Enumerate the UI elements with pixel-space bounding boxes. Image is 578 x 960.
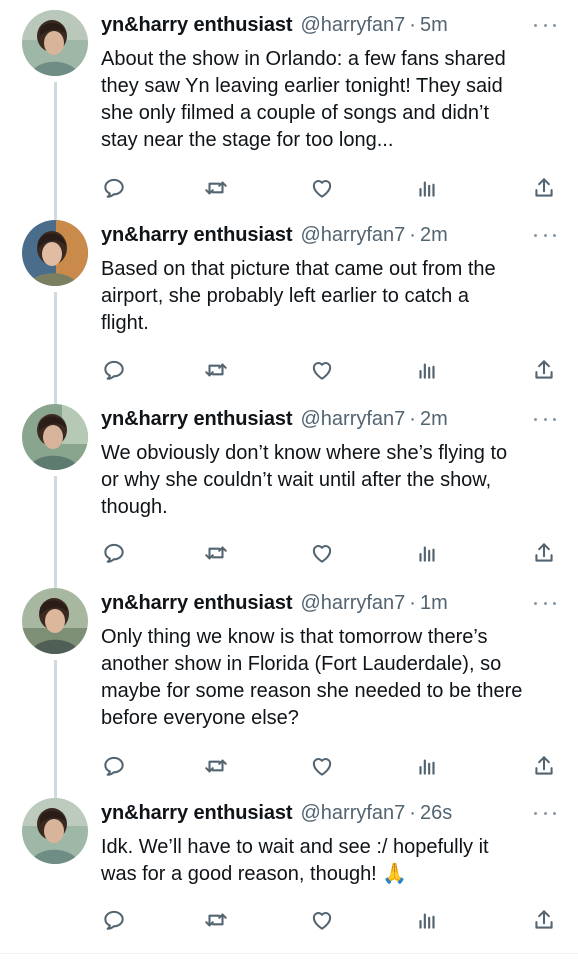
tweet-text: Idk. We’ll have to wait and see :/ hopef…	[101, 836, 489, 885]
bottom-divider	[0, 953, 578, 954]
analytics-icon[interactable]	[414, 907, 440, 933]
tweet-time[interactable]: 5m	[420, 14, 448, 37]
share-icon[interactable]	[531, 357, 557, 383]
tweet[interactable]: yn&harry enthusiast @harryfan7 · 26s Idk…	[0, 788, 578, 950]
author-name[interactable]: yn&harry enthusiast	[101, 14, 293, 37]
tweet-text: Based on that picture that came out from…	[101, 258, 496, 334]
retweet-icon[interactable]	[203, 357, 229, 383]
author-name[interactable]: yn&harry enthusiast	[101, 592, 293, 615]
separator-dot: ·	[409, 802, 416, 824]
like-icon[interactable]	[309, 357, 335, 383]
author-name[interactable]: yn&harry enthusiast	[101, 408, 293, 431]
retweet-icon[interactable]	[203, 907, 229, 933]
tweet[interactable]: yn&harry enthusiast @harryfan7 · 1m Only…	[0, 578, 578, 788]
separator-dot: ·	[409, 408, 416, 430]
tweet-thread: yn&harry enthusiast @harryfan7 · 5m Abou…	[0, 0, 578, 960]
avatar[interactable]	[22, 220, 88, 286]
tweet[interactable]: yn&harry enthusiast @harryfan7 · 5m Abou…	[0, 0, 578, 214]
more-icon[interactable]	[534, 230, 556, 240]
avatar[interactable]	[22, 404, 88, 470]
author-handle[interactable]: @harryfan7	[301, 224, 406, 247]
avatar[interactable]	[22, 588, 88, 654]
like-icon[interactable]	[309, 753, 335, 779]
tweet-actions	[101, 175, 561, 201]
author-handle[interactable]: @harryfan7	[301, 802, 406, 825]
retweet-icon[interactable]	[203, 753, 229, 779]
tweet-actions	[101, 753, 561, 779]
retweet-icon[interactable]	[203, 175, 229, 201]
analytics-icon[interactable]	[414, 753, 440, 779]
avatar[interactable]	[22, 10, 88, 76]
author-name[interactable]: yn&harry enthusiast	[101, 224, 293, 247]
author-name[interactable]: yn&harry enthusiast	[101, 802, 293, 825]
more-icon[interactable]	[534, 414, 556, 424]
reply-icon[interactable]	[101, 907, 127, 933]
separator-dot: ·	[409, 224, 416, 246]
reply-icon[interactable]	[101, 175, 127, 201]
retweet-icon[interactable]	[203, 540, 229, 566]
praying-hands-emoji: 🙏	[382, 863, 408, 885]
author-handle[interactable]: @harryfan7	[301, 592, 406, 615]
tweet-actions	[101, 907, 561, 933]
share-icon[interactable]	[531, 907, 557, 933]
separator-dot: ·	[409, 592, 416, 614]
reply-icon[interactable]	[101, 753, 127, 779]
reply-icon[interactable]	[101, 357, 127, 383]
more-icon[interactable]	[534, 20, 556, 30]
share-icon[interactable]	[531, 753, 557, 779]
author-handle[interactable]: @harryfan7	[301, 408, 406, 431]
more-icon[interactable]	[534, 598, 556, 608]
share-icon[interactable]	[531, 175, 557, 201]
analytics-icon[interactable]	[414, 540, 440, 566]
like-icon[interactable]	[309, 907, 335, 933]
like-icon[interactable]	[309, 175, 335, 201]
analytics-icon[interactable]	[414, 357, 440, 383]
tweet-time[interactable]: 2m	[420, 408, 448, 431]
tweet-actions	[101, 357, 561, 383]
tweet-actions	[101, 540, 561, 566]
separator-dot: ·	[409, 14, 416, 36]
tweet[interactable]: yn&harry enthusiast @harryfan7 · 2m We o…	[0, 394, 578, 578]
tweet-text: About the show in Orlando: a few fans sh…	[101, 48, 506, 151]
tweet-time[interactable]: 26s	[420, 802, 452, 825]
tweet-time[interactable]: 2m	[420, 224, 448, 247]
tweet[interactable]: yn&harry enthusiast @harryfan7 · 2m Base…	[0, 210, 578, 394]
like-icon[interactable]	[309, 540, 335, 566]
more-icon[interactable]	[534, 808, 556, 818]
tweet-time[interactable]: 1m	[420, 592, 448, 615]
share-icon[interactable]	[531, 540, 557, 566]
author-handle[interactable]: @harryfan7	[301, 14, 406, 37]
analytics-icon[interactable]	[414, 175, 440, 201]
tweet-text: We obviously don’t know where she’s flyi…	[101, 442, 508, 518]
reply-icon[interactable]	[101, 540, 127, 566]
avatar[interactable]	[22, 798, 88, 864]
tweet-text: Only thing we know is that tomorrow ther…	[101, 626, 523, 729]
